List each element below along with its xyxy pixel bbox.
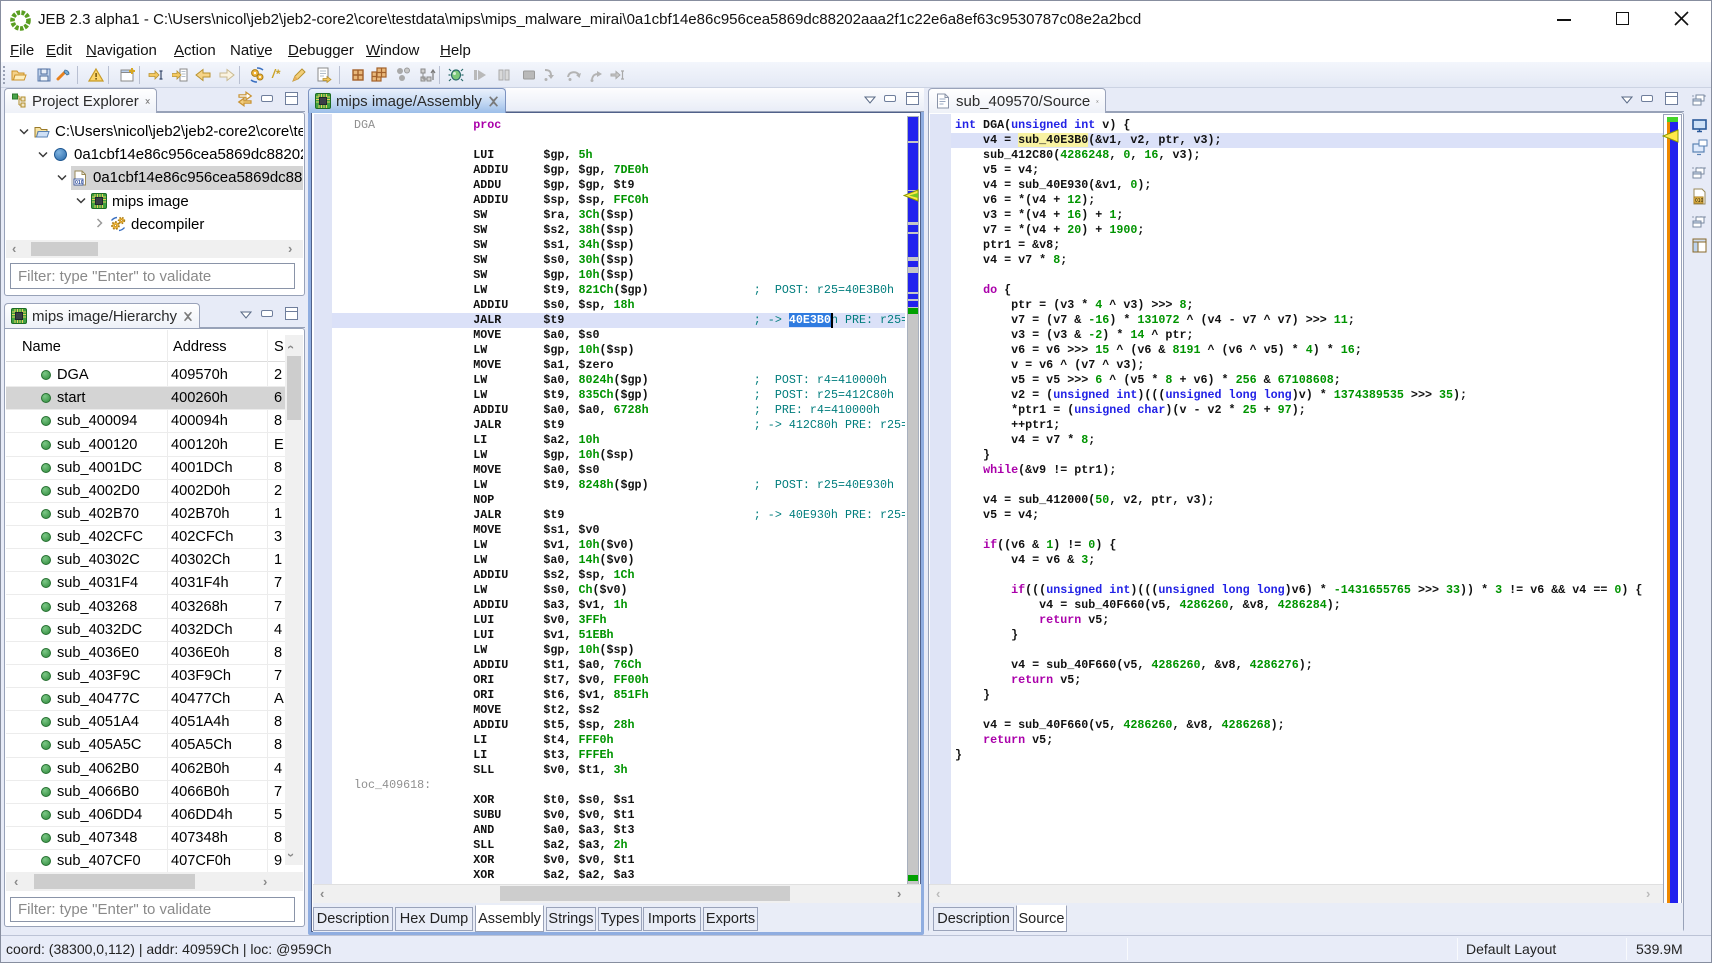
svg-text:010: 010 bbox=[75, 180, 84, 186]
svg-text:010: 010 bbox=[1695, 198, 1704, 204]
